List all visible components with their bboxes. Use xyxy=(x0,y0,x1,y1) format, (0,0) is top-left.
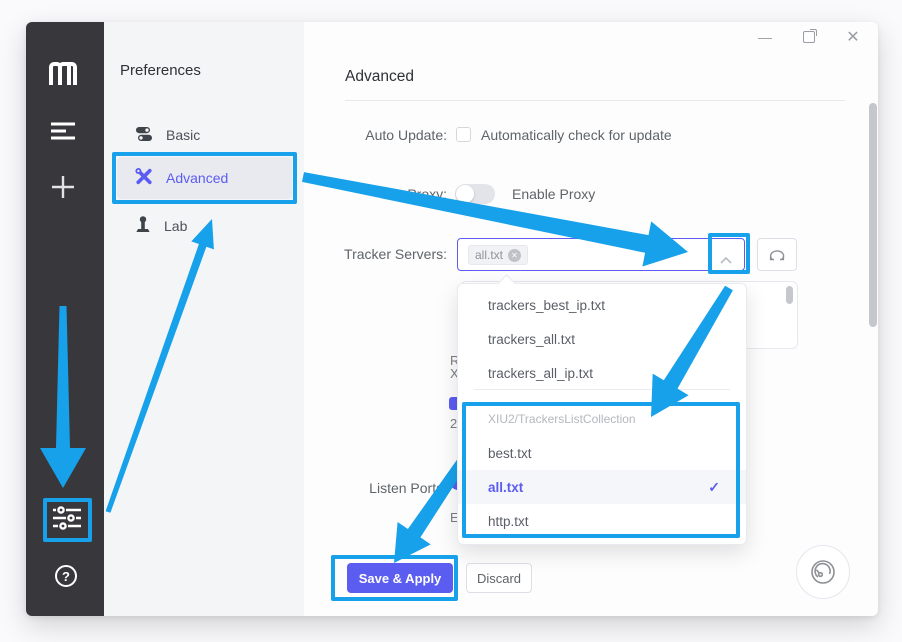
minimize-button[interactable]: — xyxy=(754,26,776,48)
close-button[interactable]: ✕ xyxy=(842,26,864,48)
nav-item-lab[interactable]: Lab xyxy=(117,205,292,247)
annotation-box-chevron xyxy=(708,233,750,274)
speed-limit-button[interactable] xyxy=(796,545,850,599)
textarea-scrollbar[interactable] xyxy=(786,286,793,304)
title-divider xyxy=(345,100,845,101)
lab-icon xyxy=(135,216,151,237)
app-window: ? Preferences Basic Advanced xyxy=(26,22,878,616)
annotation-box-preferences-icon xyxy=(43,498,92,542)
proxy-toggle-label: Enable Proxy xyxy=(512,186,595,202)
main-scrollbar[interactable] xyxy=(869,103,877,327)
page-title: Advanced xyxy=(345,68,414,86)
dropdown-option[interactable]: trackers_all_ip.txt xyxy=(458,356,746,390)
tag-label: all.txt xyxy=(475,248,503,262)
auto-update-checkbox[interactable] xyxy=(456,127,471,142)
motrix-logo-icon xyxy=(45,58,81,90)
maximize-button[interactable] xyxy=(798,26,820,48)
task-list-button[interactable] xyxy=(49,120,77,142)
dropdown-option[interactable]: trackers_best_ip.txt xyxy=(458,288,746,322)
proxy-toggle[interactable] xyxy=(455,184,495,204)
nav-item-basic[interactable]: Basic xyxy=(117,114,292,156)
preferences-title: Preferences xyxy=(120,62,201,79)
auto-update-label: Auto Update: xyxy=(317,127,447,143)
help-button[interactable]: ? xyxy=(55,565,77,587)
dropdown-separator xyxy=(474,389,730,390)
dropdown-option[interactable]: trackers_all.txt xyxy=(458,322,746,356)
maximize-icon xyxy=(803,31,815,43)
speedometer-icon xyxy=(808,557,838,587)
sync-icon xyxy=(768,247,786,262)
annotation-box-group-list xyxy=(462,402,740,538)
remove-tag-icon[interactable]: ✕ xyxy=(508,249,521,262)
sync-trackers-button[interactable] xyxy=(757,238,797,271)
preferences-nav: Preferences Basic Advanced Lab xyxy=(104,22,304,616)
selected-tracker-tag: all.txt ✕ xyxy=(468,245,528,265)
listen-ports-label: Listen Ports: xyxy=(317,480,447,496)
auto-update-checkbox-label: Automatically check for update xyxy=(481,127,672,143)
add-task-button[interactable] xyxy=(50,174,76,200)
basic-toggles-icon xyxy=(135,126,153,145)
proxy-label: Proxy: xyxy=(317,186,447,202)
nav-item-label: Lab xyxy=(164,218,187,234)
nav-item-label: Basic xyxy=(166,127,200,143)
window-controls: — ✕ xyxy=(754,26,864,48)
annotation-box-save-button xyxy=(331,555,458,601)
annotation-box-advanced xyxy=(112,152,297,204)
tracker-servers-select[interactable]: all.txt ✕ xyxy=(457,238,745,271)
discard-button[interactable]: Discard xyxy=(466,563,532,593)
screenshot-canvas: ? Preferences Basic Advanced xyxy=(0,0,902,642)
tracker-servers-label: Tracker Servers: xyxy=(317,246,447,262)
toggle-knob xyxy=(456,185,474,203)
